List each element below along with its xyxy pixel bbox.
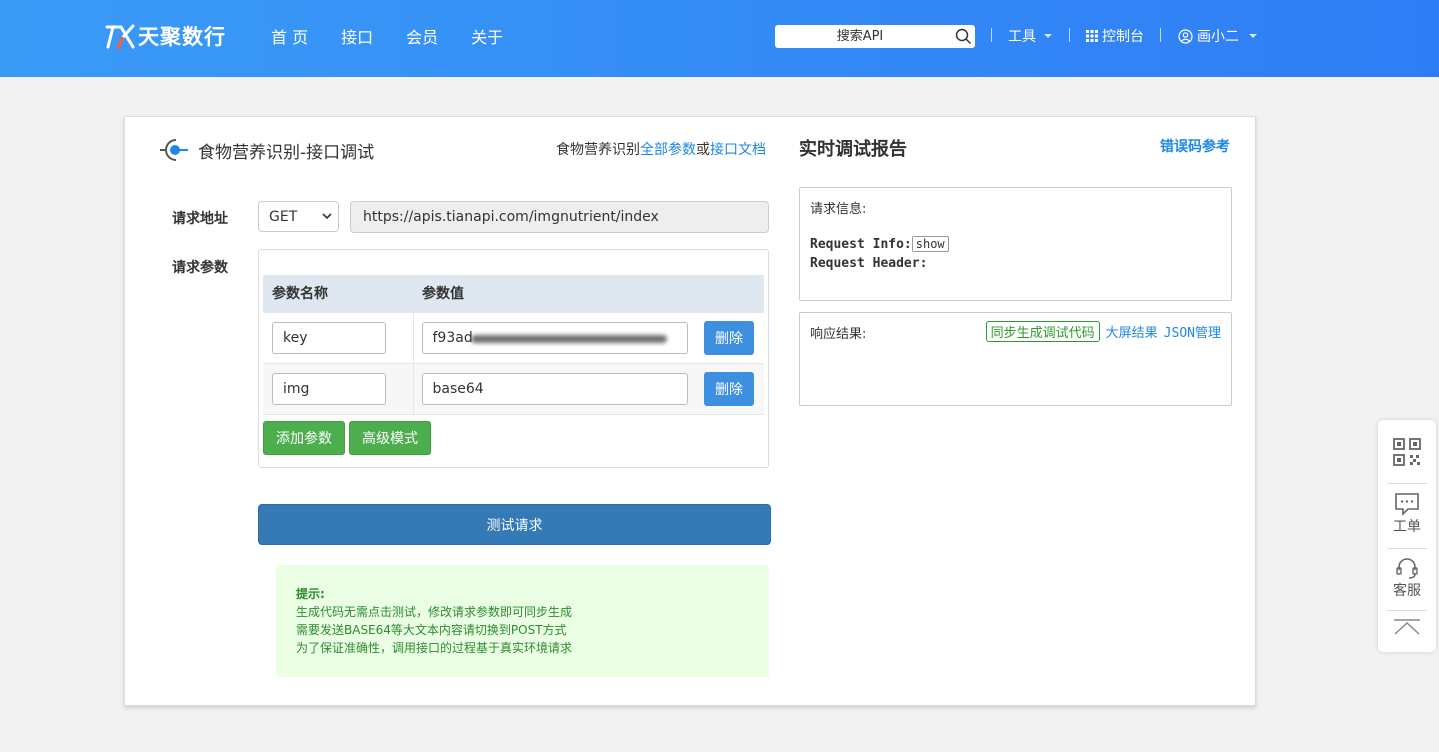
nav-about[interactable]: 关于 [471,24,503,48]
tools-label: 工具 [1008,29,1036,45]
param-value-input[interactable]: base64 [421,372,688,405]
logo-icon [105,24,135,50]
brand-name: 天聚数行 [138,25,226,49]
param-value-input[interactable]: f93ad [421,321,688,354]
manage-label: 管理 [1194,326,1221,341]
side-toolbar: 工单 客服 [1378,420,1436,652]
grid-icon [1086,30,1098,42]
service-label: 客服 [1393,583,1421,599]
param-name-input[interactable]: img [272,372,386,405]
advanced-mode-button[interactable]: 高级模式 [349,421,431,455]
user-menu[interactable]: 画小二 [1178,26,1257,46]
method-value: GET [269,208,298,225]
table-row: img base64 删除 [263,362,764,415]
request-info-key: Request Info: [810,237,912,252]
qrcode-button[interactable] [1378,438,1436,466]
header-divider [991,28,992,42]
response-box: 响应结果: 同步生成调试代码 大屏结果 JSON管理 [799,312,1232,406]
side-divider [1387,548,1427,549]
redaction-blur [470,334,667,343]
doc-or: 或 [696,142,710,158]
nav-api[interactable]: 接口 [341,24,373,48]
request-info-line: Request Info: show [810,235,1221,254]
nav-home[interactable]: 首 页 [271,24,308,48]
delete-param-button[interactable]: 删除 [704,371,754,406]
main-nav: 首 页 接口 会员 关于 [271,24,536,48]
param-name-input[interactable]: key [272,321,386,354]
request-info-box: 请求信息: Request Info: show Request Header: [799,187,1232,301]
json-label: JSON [1163,326,1195,341]
user-name: 画小二 [1197,29,1239,45]
gen-code-button[interactable]: 同步生成调试代码 [985,321,1100,342]
nav-member[interactable]: 会员 [406,24,438,48]
error-code-link[interactable]: 错误码参考 [1160,136,1230,156]
console-link[interactable]: 控制台 [1086,26,1144,46]
console-label: 控制台 [1102,29,1144,45]
headset-icon [1396,558,1418,579]
json-manage-link[interactable]: JSON管理 [1164,322,1221,341]
service-button[interactable]: 客服 [1378,556,1436,600]
ticket-label: 工单 [1393,519,1421,535]
all-params-link[interactable]: 全部参数 [640,142,696,158]
col-param-name: 参数名称 [263,275,413,312]
params-label: 请求参数 [172,260,228,276]
add-param-button[interactable]: 添加参数 [263,421,345,455]
method-select[interactable]: GET [258,201,339,232]
url-field[interactable]: https://apis.tianapi.com/imgnutrient/ind… [350,201,769,233]
table-row: key f93ad 删除 [263,311,764,364]
response-actions: 同步生成调试代码 大屏结果 JSON管理 [985,321,1221,342]
chat-icon [1395,493,1419,516]
tips-box: 提示: 生成代码无需点击测试，修改请求参数即可同步生成 需要发送BASE64等大… [276,565,769,677]
caret-down-icon [1249,34,1257,38]
tools-menu[interactable]: 工具 [1008,26,1052,46]
report-title: 实时调试报告 [799,139,907,160]
search-box [775,25,975,48]
search-input[interactable] [775,26,945,47]
request-header-key: Request Header: [810,256,928,271]
side-divider [1387,483,1427,484]
url-label: 请求地址 [172,211,228,227]
back-to-top-button[interactable] [1378,618,1436,636]
brand-logo[interactable]: 天聚数行 [104,20,226,52]
chevron-down-icon [322,213,332,220]
tip-title: 提示: [296,587,325,601]
header-divider [1160,28,1161,42]
top-navbar: 天聚数行 首 页 接口 会员 关于 工具 控制台 画小二 [0,0,1439,77]
page-title: 食物营养识别-接口调试 [198,142,375,163]
page-title-row: 食物营养识别-接口调试 [160,137,374,163]
ticket-button[interactable]: 工单 [1378,492,1436,536]
tip-line: 为了保证准确性，调用接口的过程基于真实环境请求 [296,641,573,655]
show-button[interactable]: show [911,236,949,252]
delete-param-button[interactable]: 删除 [704,320,754,355]
big-screen-link[interactable]: 大屏结果 [1106,322,1158,341]
request-info-label: 请求信息: [810,202,867,217]
col-param-value: 参数值 [413,275,764,312]
tip-line: 生成代码无需点击测试，修改请求参数即可同步生成 [296,605,573,619]
params-table: 参数名称 参数值 key f93ad 删除 img base64 删除 [263,275,764,415]
plug-icon [160,139,188,161]
tip-line: 需要发送BASE64等大文本内容请切换到POST方式 [296,623,567,637]
doc-prefix: 食物营养识别 [556,142,640,158]
caret-down-icon [1044,34,1052,38]
params-panel: 参数名称 参数值 key f93ad 删除 img base64 删除 添加参数… [258,249,769,468]
search-icon[interactable] [955,28,972,45]
param-value-text: f93ad [432,329,473,346]
debug-card: 食物营养识别-接口调试 食物营养识别全部参数或接口文档 请求地址 GET htt… [124,116,1256,706]
side-divider [1387,610,1427,611]
qrcode-icon [1393,438,1421,466]
header-divider [1069,28,1070,42]
test-request-button[interactable]: 测试请求 [258,504,771,545]
chevron-up-icon [1394,619,1420,635]
api-doc-link[interactable]: 接口文档 [710,142,766,158]
user-icon [1178,28,1193,44]
doc-links: 食物营养识别全部参数或接口文档 [556,139,766,159]
